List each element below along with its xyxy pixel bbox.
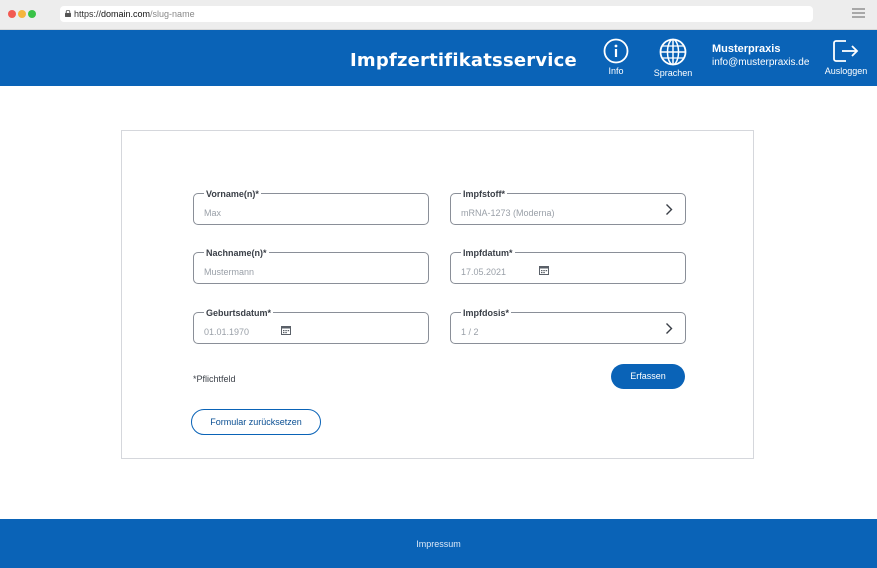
url-scheme: https:// [74,9,102,19]
reset-form-button[interactable]: Formular zurücksetzen [191,409,321,435]
app-header: Impfzertifikatsservice Info Sprachen Mus… [0,30,877,86]
imprint-link[interactable]: Impressum [0,539,877,549]
dose-label: Impfdosis* [461,308,512,318]
lock-icon [65,10,71,17]
language-button[interactable]: Sprachen [652,38,694,78]
account-email: info@musterpraxis.de [712,57,810,68]
required-field-note: *Pflichtfeld [193,374,236,384]
submit-button[interactable]: Erfassen [611,364,685,389]
info-label: Info [608,66,624,76]
logout-label: Ausloggen [824,66,868,76]
info-icon [603,38,629,64]
browser-chrome: https://domain.com/slug-name [0,0,877,30]
info-button[interactable]: Info [600,38,632,76]
vaccination-date-value: 17.05.2021 [461,267,507,277]
first-name-field[interactable]: Vorname(n)* Max [193,189,429,225]
birth-date-label: Geburtsdatum* [204,308,274,318]
app-footer: Impressum [0,519,877,568]
dose-select[interactable]: Impfdosis* 1 / 2 [450,308,686,344]
browser-menu-icon[interactable] [852,8,865,19]
logout-icon [833,40,859,62]
vaccine-value: mRNA-1273 (Moderna) [461,208,555,218]
minimize-window-dot[interactable] [18,10,26,18]
birth-date-value: 01.01.1970 [204,327,250,337]
globe-icon [659,38,687,66]
last-name-label: Nachname(n)* [204,248,269,258]
first-name-label: Vorname(n)* [204,189,261,199]
vaccine-select[interactable]: Impfstoff* mRNA-1273 (Moderna) [450,189,686,225]
close-window-dot[interactable] [8,10,16,18]
language-label: Sprachen [653,68,693,78]
chevron-right-icon [666,204,673,215]
dose-value: 1 / 2 [461,327,479,337]
url-path: /slug-name [150,9,195,19]
birth-date-field[interactable]: Geburtsdatum* 01.01.1970 [193,308,429,344]
account-info: Musterpraxis info@musterpraxis.de [712,43,809,68]
maximize-window-dot[interactable] [28,10,36,18]
last-name-field[interactable]: Nachname(n)* Mustermann [193,248,429,284]
last-name-value: Mustermann [204,267,255,277]
address-bar[interactable]: https://domain.com/slug-name [60,6,813,22]
chevron-right-icon [666,323,673,334]
vaccination-form-card: Vorname(n)* Max Nachname(n)* Mustermann … [121,130,754,459]
vaccine-label: Impfstoff* [461,189,507,199]
vaccination-date-label: Impfdatum* [461,248,515,258]
page-title: Impfzertifikatsservice [350,50,577,71]
account-name: Musterpraxis [712,43,781,55]
calendar-icon[interactable] [281,325,291,335]
first-name-value: Max [204,208,222,218]
vaccination-date-field[interactable]: Impfdatum* 17.05.2021 [450,248,686,284]
url-host: domain.com [101,9,151,19]
calendar-icon[interactable] [539,265,549,275]
logout-button[interactable]: Ausloggen [822,38,870,76]
